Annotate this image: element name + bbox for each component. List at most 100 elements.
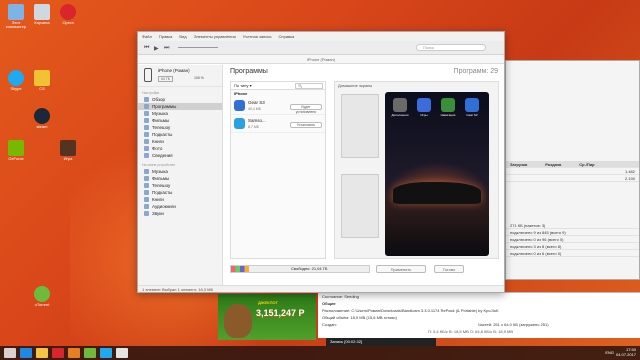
device-title-bar: iPhone (Роман) (138, 55, 504, 64)
device-item-movies[interactable]: Фильмы (138, 175, 222, 182)
media-icon[interactable] (68, 348, 80, 358)
desktop-icon-steam[interactable]: steam (28, 108, 56, 129)
folder-games-icon[interactable]: Игры (415, 98, 433, 117)
skype-icon (8, 70, 24, 86)
search-input[interactable]: Поиск (416, 44, 486, 51)
list-section-iphone: iPhone (234, 91, 248, 96)
recorder-bar[interactable]: Запись [00:02:32] (326, 338, 436, 346)
will-install-button[interactable]: Будет установлено (290, 104, 322, 114)
banner-amount: 3,151,247 Р (256, 308, 305, 318)
device-item-podcasts[interactable]: Подкасты (138, 189, 222, 196)
sidebar-item-movies[interactable]: Фильмы (138, 117, 222, 124)
desktop-icon-skype[interactable]: Skype (2, 70, 30, 91)
done-button[interactable]: Готово (434, 265, 464, 273)
opera-taskbar-icon[interactable] (52, 348, 64, 358)
info-icon (144, 153, 149, 158)
sidebar-item-info[interactable]: Сведения (138, 152, 222, 159)
app-search-input[interactable]: 🔍 (295, 83, 323, 89)
device-name: iPhone (Роман) (158, 68, 190, 73)
menu-file[interactable]: Файл (142, 32, 152, 41)
apply-button[interactable]: Применить (376, 265, 426, 273)
menu-view[interactable]: Вид (179, 32, 186, 41)
explorer-icon[interactable] (36, 348, 48, 358)
menu-help[interactable]: Справка (279, 32, 295, 41)
folder-navigation-icon[interactable]: Навигация (439, 98, 457, 117)
menu-controls[interactable]: Элементы управления (194, 32, 236, 41)
itunes-window[interactable]: Файл Правка Вид Элементы управления Учет… (137, 31, 505, 293)
geforce-icon (8, 140, 24, 156)
taskbar: ENG 17:50 04.07.2017 (0, 346, 640, 360)
device-header[interactable]: iPhone (Роман) 64 ГБ 100 % (138, 65, 222, 87)
play-icon[interactable]: ▶ (154, 45, 159, 52)
tv-icon (144, 125, 149, 130)
torrent-ratio-2: 2.190 (506, 175, 639, 182)
desktop-icon-cs[interactable]: CS (28, 70, 56, 91)
torrent-location: Расположение: C:\Users\Роман\Downloads\B… (322, 308, 499, 313)
tv-icon (144, 183, 149, 188)
bell-icon (144, 211, 149, 216)
volume-slider[interactable] (178, 47, 218, 48)
gear-s3-icon[interactable]: Gear S3 (463, 98, 481, 117)
desktop-icon-recycle[interactable]: Корзина (28, 4, 56, 25)
device-capacity: 64 ГБ (158, 76, 174, 82)
samsung-app-icon (234, 118, 245, 129)
torrent-line-3: подключено 0 из 96 (всего 0) (506, 236, 639, 243)
sidebar-item-music[interactable]: Музыка (138, 110, 222, 117)
menu-account[interactable]: Учетная запись (243, 32, 272, 41)
start-icon[interactable] (4, 348, 16, 358)
gear-s3-app-icon (234, 100, 245, 111)
previous-icon[interactable]: ⏮ (144, 45, 149, 52)
torrent-line-5: подключено 0 из 6 (всего 0) (506, 250, 639, 257)
list-item[interactable]: Gear S3 40,4 МБ Будет установлено (231, 97, 325, 115)
recycle-bin-icon (34, 4, 50, 20)
sidebar-item-photos[interactable]: Фото (138, 145, 222, 152)
sidebar-item-tvshows[interactable]: Телешоу (138, 124, 222, 131)
desktop-icon-opera[interactable]: Opera (54, 4, 82, 25)
desktop-icon-computer[interactable]: Этот компьютер (2, 4, 30, 29)
apps-count: Программ: 29 (453, 68, 498, 75)
install-button[interactable]: Установить (290, 122, 322, 128)
clock[interactable]: 17:50 04.07.2017 (616, 347, 636, 357)
podcast-icon (144, 132, 149, 137)
desktop-icon-game[interactable]: Игра (54, 140, 82, 161)
itunes-taskbar-icon[interactable] (116, 348, 128, 358)
storage-bar: Свободно: 21,04 ГБ (230, 265, 370, 273)
sidebar-item-podcasts[interactable]: Подкасты (138, 131, 222, 138)
list-item[interactable]: Samso... 8,7 МБ Установить (231, 115, 325, 133)
phone-icon-row: Дополнения Игры Навигация Gear S3 (385, 92, 489, 117)
skype-taskbar-icon[interactable] (100, 348, 112, 358)
torrent-status-bar: П: 5,4 КБ/с В: 18,5 MB О: 64,6 КБ/с В: 1… (428, 329, 514, 334)
menu-edit[interactable]: Правка (159, 32, 173, 41)
language-indicator[interactable]: ENG (605, 350, 614, 355)
device-item-audiobooks[interactable]: Аудиокниги (138, 203, 222, 210)
home-screens-heading: Домашние экраны (338, 83, 373, 88)
audiobook-icon (144, 204, 149, 209)
desktop-icon-utorrent[interactable]: uTorrent (28, 286, 56, 307)
device-item-books[interactable]: Книги (138, 196, 222, 203)
status-bar: 1 элемент Выбран 1 элемент, 18,3 МБ (138, 285, 504, 292)
device-item-music[interactable]: Музыка (138, 168, 222, 175)
torrent-line-2: подключено 9 из 845 (всего 9) (506, 229, 639, 236)
ad-banner[interactable]: ДЖЕКПОТ 3,151,247 Р (218, 294, 316, 340)
torrent-ratio-1: 1.482 (506, 168, 639, 175)
sidebar-item-apps[interactable]: Программы (138, 103, 222, 110)
movies-icon (144, 176, 149, 181)
computer-icon (8, 4, 24, 20)
menu-bar: Файл Правка Вид Элементы управления Учет… (138, 32, 504, 41)
home-screen-preview[interactable]: Дополнения Игры Навигация Gear S3 (385, 92, 489, 256)
utorrent-icon (34, 286, 50, 302)
sidebar-item-books[interactable]: Книги (138, 138, 222, 145)
utorrent-taskbar-icon[interactable] (84, 348, 96, 358)
torrent-window[interactable]: Загрузка Раздача Ср./Пир 1.482 2.190 271… (505, 60, 640, 280)
sidebar-item-summary[interactable]: Обзор (138, 96, 222, 103)
folder-extras-icon[interactable]: Дополнения (391, 98, 409, 117)
steam-icon (34, 108, 50, 124)
device-item-tones[interactable]: Звуки (138, 210, 222, 217)
next-icon[interactable]: ⏭ (164, 45, 169, 52)
device-battery: 100 % (194, 76, 204, 80)
home-screen-thumb-2[interactable] (341, 174, 379, 238)
home-screen-thumb-1[interactable] (341, 94, 379, 158)
ie-icon[interactable] (20, 348, 32, 358)
device-item-tvshows[interactable]: Телешоу (138, 182, 222, 189)
desktop-icon-geforce[interactable]: GeForce (2, 140, 30, 161)
